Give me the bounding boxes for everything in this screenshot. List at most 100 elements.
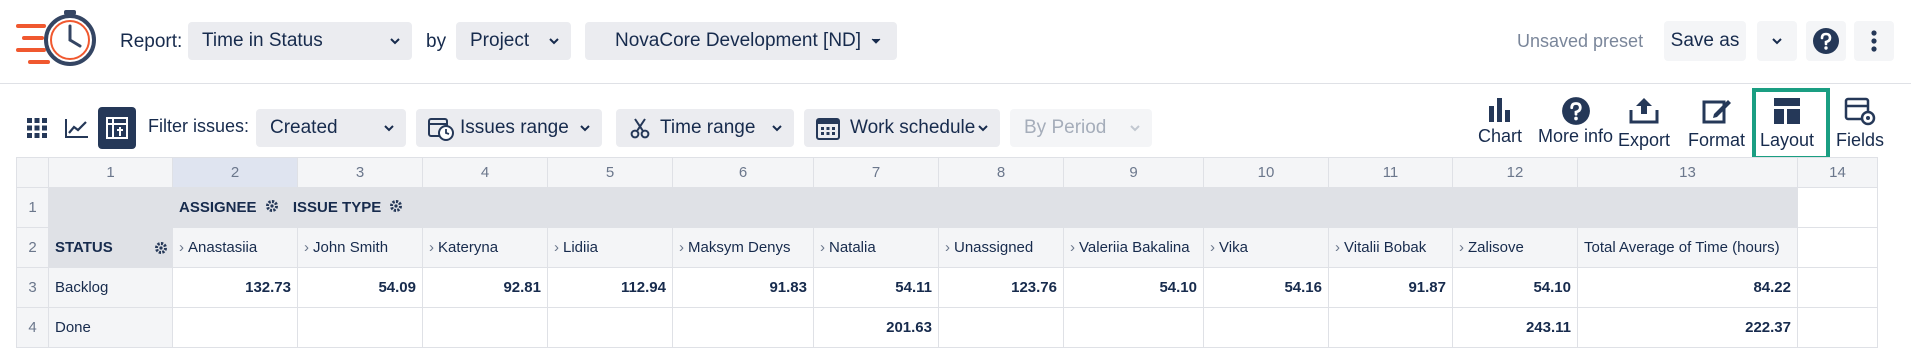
assignee-name: Zalisove xyxy=(1468,239,1524,256)
grid-view-icon xyxy=(27,118,47,138)
total-cell[interactable]: 84.22 xyxy=(1577,267,1798,308)
column-number[interactable]: 8 xyxy=(938,157,1064,188)
group-by-select[interactable]: Project xyxy=(456,22,571,60)
format-button[interactable]: Format xyxy=(1688,96,1745,151)
value-cell[interactable]: 54.09 xyxy=(297,267,423,308)
row-number[interactable]: 2 xyxy=(16,227,49,268)
row-number[interactable]: 1 xyxy=(16,187,49,228)
help-button[interactable] xyxy=(1806,21,1846,61)
chart-label: Chart xyxy=(1478,126,1523,146)
value-cell[interactable]: 54.16 xyxy=(1203,267,1329,308)
empty-cell xyxy=(1797,267,1878,308)
value-cell[interactable]: 92.81 xyxy=(422,267,548,308)
layout-label: Layout xyxy=(1760,130,1815,150)
column-number[interactable]: 10 xyxy=(1203,157,1329,188)
value-cell[interactable]: 54.10 xyxy=(1063,267,1204,308)
more-info-button[interactable]: More info xyxy=(1538,96,1613,147)
value-cell[interactable]: 243.11 xyxy=(1452,307,1578,348)
column-number[interactable]: 2 xyxy=(172,157,298,188)
fields-button[interactable]: Fields xyxy=(1836,96,1884,151)
work-schedule-button[interactable]: Work schedule xyxy=(804,109,1000,147)
value-cell[interactable] xyxy=(938,307,1064,348)
value-cell[interactable]: 112.94 xyxy=(547,267,673,308)
value-cell[interactable] xyxy=(1063,307,1204,348)
filter-issues-select[interactable]: Created xyxy=(256,109,406,147)
assignee-header[interactable]: › Unassigned xyxy=(938,227,1064,268)
column-axis-header: ASSIGNEE ISSUE TYPE xyxy=(172,187,1798,228)
column-number[interactable]: 11 xyxy=(1328,157,1453,188)
value-cell[interactable]: 201.63 xyxy=(813,307,939,348)
time-range-label: Time range xyxy=(660,117,756,138)
column-number[interactable]: 5 xyxy=(547,157,673,188)
assignee-header[interactable]: › Vika xyxy=(1203,227,1329,268)
column-number[interactable]: 9 xyxy=(1063,157,1204,188)
calendar-clock-icon xyxy=(428,118,454,141)
value-cell[interactable] xyxy=(547,307,673,348)
chart-view-button[interactable] xyxy=(58,107,96,149)
export-button[interactable]: Export xyxy=(1618,96,1670,151)
assignee-header[interactable]: › Valeriia Bakalina xyxy=(1063,227,1204,268)
more-options-button[interactable] xyxy=(1854,21,1894,61)
value-cell[interactable]: 132.73 xyxy=(172,267,298,308)
assignee-header[interactable]: › Zalisove xyxy=(1452,227,1578,268)
value-cell[interactable]: 54.11 xyxy=(813,267,939,308)
pivot-view-button[interactable] xyxy=(98,107,136,149)
column-number[interactable]: 3 xyxy=(297,157,423,188)
assignee-header[interactable]: › Lidiia xyxy=(547,227,673,268)
status-cell[interactable]: Done xyxy=(48,307,173,348)
chevron-right-icon: › xyxy=(1335,239,1340,256)
layout-button[interactable]: Layout xyxy=(1760,96,1814,151)
value-cell[interactable]: 54.10 xyxy=(1452,267,1578,308)
value-cell[interactable]: 123.76 xyxy=(938,267,1064,308)
save-as-button[interactable]: Save as xyxy=(1664,21,1746,61)
row-number[interactable]: 3 xyxy=(16,267,49,308)
value-cell[interactable]: 91.87 xyxy=(1328,267,1453,308)
assignee-header[interactable]: › Natalia xyxy=(813,227,939,268)
time-range-button[interactable]: Time range xyxy=(616,109,794,147)
column-number[interactable]: 4 xyxy=(422,157,548,188)
save-options-button[interactable] xyxy=(1757,21,1797,61)
assignee-header[interactable]: › Maksym Denys xyxy=(672,227,814,268)
value-cell[interactable] xyxy=(672,307,814,348)
row-number[interactable]: 4 xyxy=(16,307,49,348)
column-number[interactable]: 6 xyxy=(672,157,814,188)
gear-icon[interactable] xyxy=(265,199,279,213)
column-number[interactable]: 1 xyxy=(48,157,173,188)
chevron-down-icon xyxy=(772,125,782,132)
value-cell[interactable]: 91.83 xyxy=(672,267,814,308)
more-info-label: More info xyxy=(1538,126,1614,146)
status-cell[interactable]: Backlog xyxy=(48,267,173,308)
column-number[interactable]: 13 xyxy=(1577,157,1798,188)
by-period-label: By Period xyxy=(1024,117,1107,138)
gear-icon[interactable] xyxy=(389,199,403,213)
value-cell[interactable] xyxy=(1203,307,1329,348)
assignee-name: John Smith xyxy=(313,239,389,256)
column-number[interactable]: 12 xyxy=(1452,157,1578,188)
issues-range-button[interactable]: Issues range xyxy=(416,109,602,147)
value-cell[interactable] xyxy=(172,307,298,348)
value-cell[interactable] xyxy=(297,307,423,348)
gear-icon[interactable] xyxy=(154,241,168,255)
value-cell[interactable] xyxy=(422,307,548,348)
info-icon xyxy=(1561,97,1590,125)
chart-button[interactable]: Chart xyxy=(1478,96,1522,147)
grid-view-button[interactable] xyxy=(18,107,56,149)
issue-type-axis-label[interactable]: ISSUE TYPE xyxy=(293,199,381,216)
bar-chart-icon xyxy=(1489,98,1510,122)
assignee-header[interactable]: › Vitalii Bobak xyxy=(1328,227,1453,268)
status-axis-label[interactable]: STATUS xyxy=(55,239,113,256)
column-number[interactable]: 14 xyxy=(1797,157,1878,188)
assignee-header[interactable]: › Anastasiia xyxy=(172,227,298,268)
blank-axis-cell xyxy=(48,187,173,228)
assignee-header[interactable]: › John Smith xyxy=(297,227,423,268)
chevron-down-icon xyxy=(871,38,881,44)
value-cell[interactable] xyxy=(1328,307,1453,348)
assignee-header[interactable]: › Kateryna xyxy=(422,227,548,268)
scissors-icon xyxy=(630,118,650,139)
column-number[interactable]: 7 xyxy=(813,157,939,188)
table-row: 2 STATUS › Anastasiia › John Smith › Katery… xyxy=(16,227,1878,268)
project-select[interactable]: NovaCore Development [ND] xyxy=(585,22,897,60)
assignee-axis-label[interactable]: ASSIGNEE xyxy=(179,199,257,216)
report-select[interactable]: Time in Status xyxy=(188,22,412,60)
total-cell[interactable]: 222.37 xyxy=(1577,307,1798,348)
